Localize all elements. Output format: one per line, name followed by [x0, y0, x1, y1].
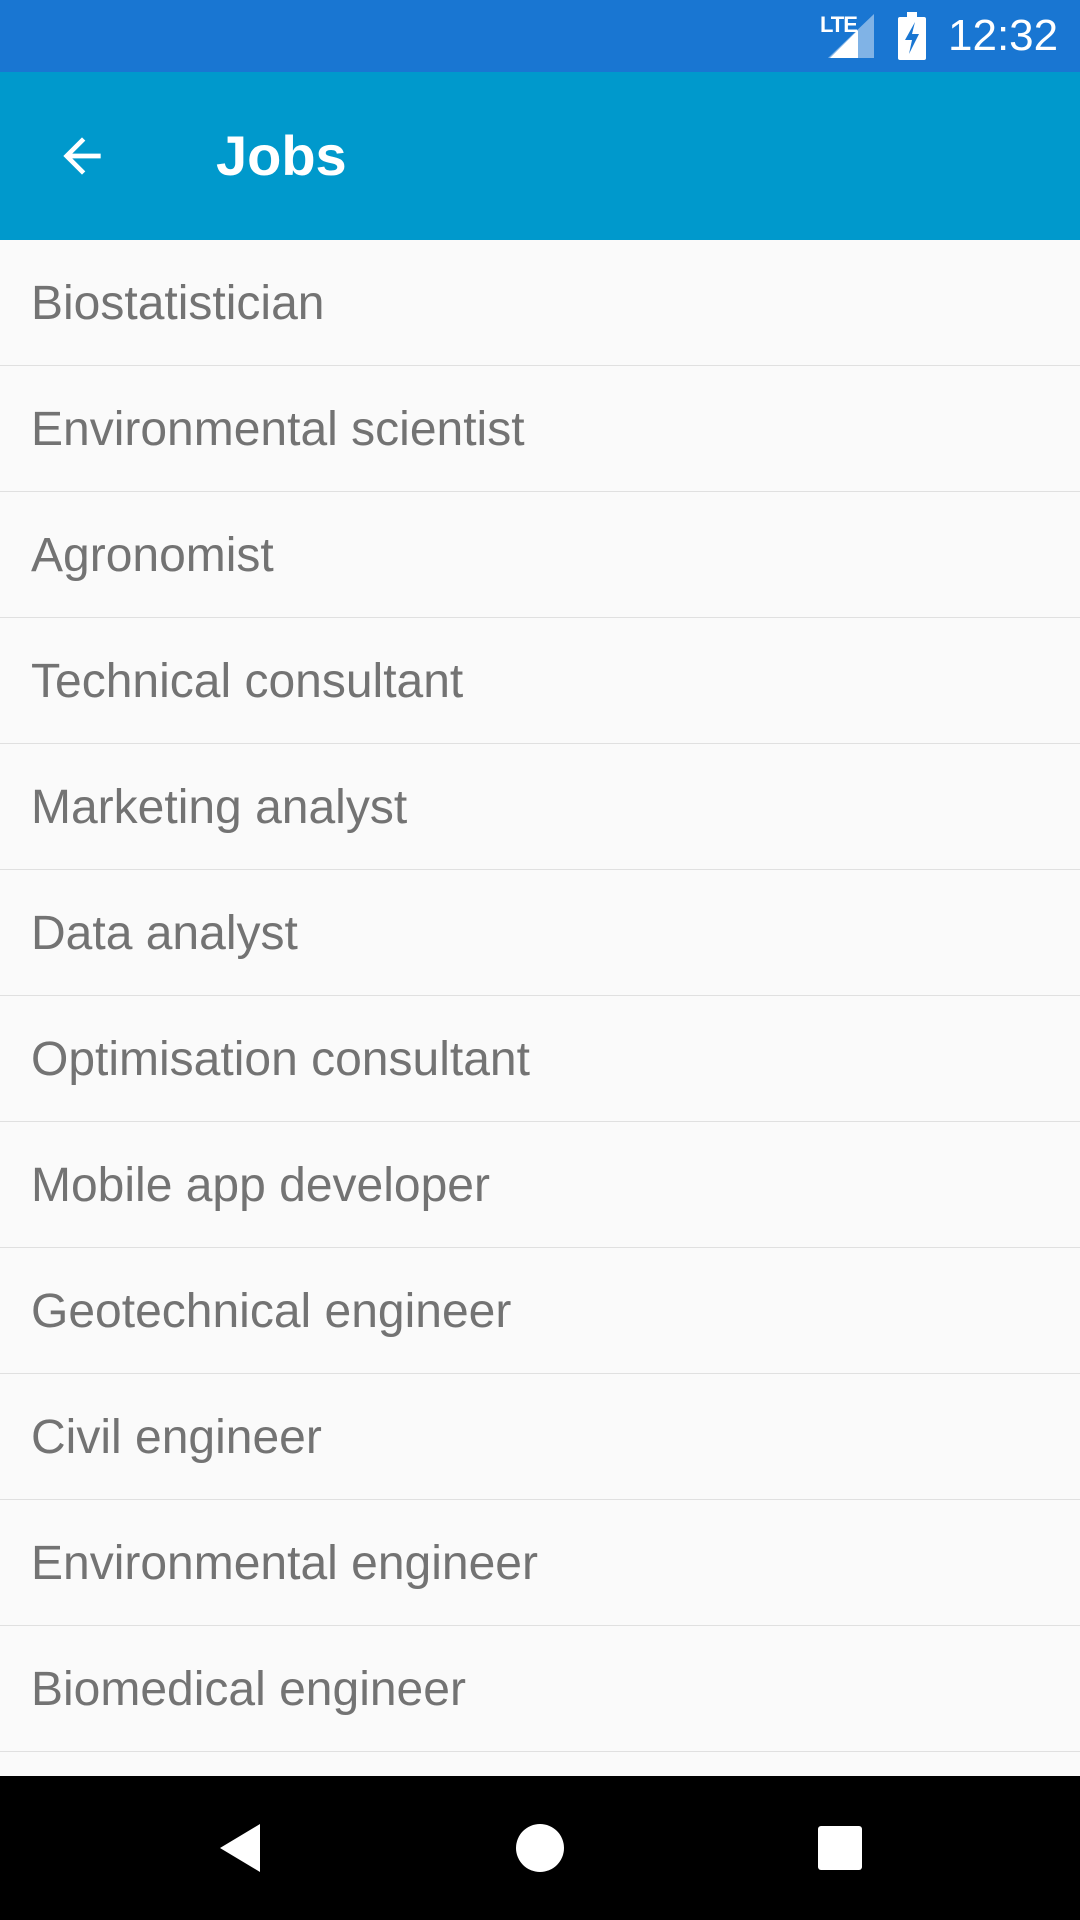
list-item[interactable]: Geotechnical engineer	[0, 1248, 1080, 1374]
status-bar: LTE 12:32	[0, 0, 1080, 72]
list-item[interactable]: Marketing analyst	[0, 744, 1080, 870]
list-item[interactable]: Mobile app developer	[0, 1122, 1080, 1248]
list-item[interactable]: Environmental engineer	[0, 1500, 1080, 1626]
nav-home-icon	[516, 1824, 564, 1872]
app-bar: Jobs	[0, 72, 1080, 240]
list-item[interactable]: Biostatistician	[0, 240, 1080, 366]
lte-signal-icon	[828, 14, 874, 58]
job-title: Data analyst	[31, 907, 298, 960]
arrow-back-icon	[63, 137, 101, 175]
list-item[interactable]: Technical consultant	[0, 618, 1080, 744]
list-item-partial[interactable]	[0, 1752, 1080, 1776]
system-nav-bar	[0, 1776, 1080, 1920]
battery-charging-icon	[898, 12, 926, 60]
job-title: Optimisation consultant	[31, 1033, 530, 1086]
list-item[interactable]: Environmental scientist	[0, 366, 1080, 492]
job-title: Mobile app developer	[31, 1159, 490, 1212]
job-title: Technical consultant	[31, 655, 464, 708]
list-item[interactable]: Civil engineer	[0, 1374, 1080, 1500]
job-title: Marketing analyst	[31, 781, 408, 834]
job-title: Civil engineer	[31, 1411, 322, 1464]
page-title: Jobs	[216, 124, 347, 187]
list-item[interactable]: Data analyst	[0, 870, 1080, 996]
job-title: Agronomist	[31, 529, 274, 582]
nav-recents-button[interactable]	[792, 1804, 888, 1892]
list-item[interactable]: Biomedical engineer	[0, 1626, 1080, 1752]
back-button[interactable]	[40, 114, 124, 198]
job-list: Biostatistician Environmental scientist …	[0, 240, 1080, 1776]
nav-recents-icon	[818, 1826, 862, 1870]
list-item[interactable]: Optimisation consultant	[0, 996, 1080, 1122]
job-title: Biomedical engineer	[31, 1663, 466, 1716]
job-title: Environmental engineer	[31, 1537, 538, 1590]
job-title: Geotechnical engineer	[31, 1285, 512, 1338]
nav-back-icon	[220, 1824, 260, 1872]
job-title: Environmental scientist	[31, 403, 525, 456]
nav-back-button[interactable]	[192, 1804, 288, 1892]
job-title: Biostatistician	[31, 277, 325, 330]
list-item[interactable]: Agronomist	[0, 492, 1080, 618]
status-time: 12:32	[948, 11, 1059, 60]
nav-home-button[interactable]	[492, 1804, 588, 1892]
